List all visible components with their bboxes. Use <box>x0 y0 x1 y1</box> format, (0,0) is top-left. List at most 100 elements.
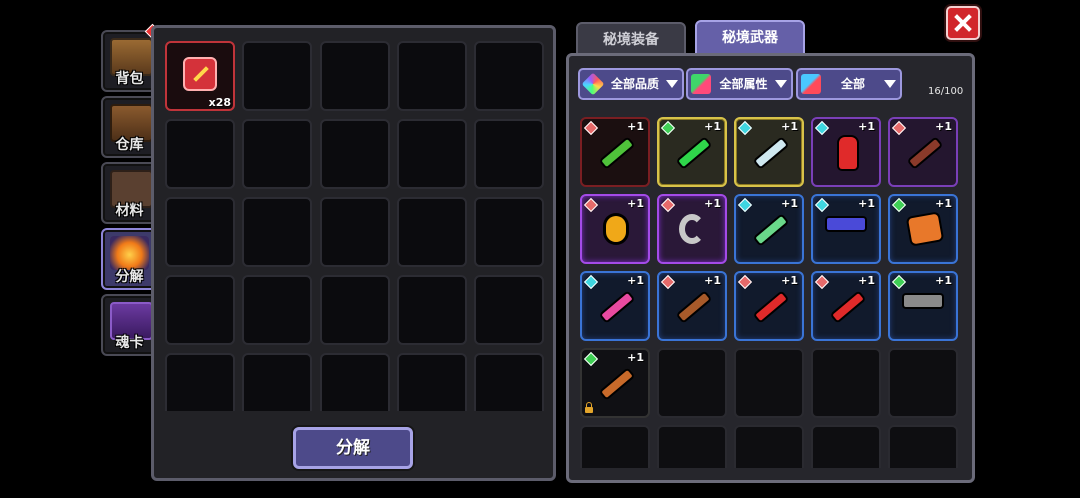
decompose-slot[interactable] <box>397 41 467 111</box>
golden-amulet-icon <box>606 216 626 242</box>
red-sword-a-icon <box>755 293 787 321</box>
weapon-type-icon <box>801 74 821 94</box>
weapon-slot-empty[interactable] <box>657 425 727 468</box>
type-filter-label: 全部 <box>840 77 865 91</box>
decompose-slot[interactable] <box>165 275 235 345</box>
decompose-slot[interactable] <box>242 41 312 111</box>
decompose-slot[interactable] <box>165 353 235 411</box>
decompose-slot[interactable] <box>242 353 312 411</box>
green-sword-icon <box>601 139 633 167</box>
decompose-slot[interactable] <box>165 197 235 267</box>
decompose-slot[interactable] <box>320 119 390 189</box>
decompose-slot[interactable] <box>474 41 544 111</box>
decompose-button[interactable]: 分解 <box>293 427 413 469</box>
side-tab-backpack[interactable]: 背包 <box>101 30 158 92</box>
element-gem-icon <box>891 197 907 213</box>
decompose-slot[interactable] <box>242 275 312 345</box>
decompose-slot[interactable]: x28 <box>165 41 235 111</box>
weapon-slot-gray-pistol[interactable]: +1 <box>888 271 958 341</box>
side-tab-label: 材料 <box>115 203 144 219</box>
upgrade-level: +1 <box>704 197 721 210</box>
weapon-slot-crystal-sword[interactable]: +1 <box>734 117 804 187</box>
weapon-slot-empty[interactable] <box>811 348 881 418</box>
iron-hook-icon <box>679 214 705 244</box>
weapon-slot-empty[interactable] <box>811 425 881 468</box>
element-icon <box>691 74 711 94</box>
weapon-slot-empty[interactable] <box>888 348 958 418</box>
green-serpent-whip-icon <box>678 139 710 167</box>
decompose-slot[interactable] <box>320 275 390 345</box>
element-gem-icon <box>814 197 830 213</box>
weapon-slot-pink-drill[interactable]: +1 <box>580 271 650 341</box>
close-button[interactable] <box>946 6 980 40</box>
side-tab-decompose[interactable]: 分解 <box>101 228 158 290</box>
blue-pistol-icon <box>827 218 865 230</box>
element-gem-icon <box>583 120 599 136</box>
red-weapon-icon <box>183 57 217 91</box>
crystal-sword-icon <box>755 139 787 167</box>
weapon-slot-golden-amulet[interactable]: +1 <box>580 194 650 264</box>
upgrade-level: +1 <box>858 197 875 210</box>
weapon-slot-blue-pistol[interactable]: +1 <box>811 194 881 264</box>
element-gem-icon <box>583 351 599 367</box>
attribute-filter-dropdown[interactable]: 全部属性 <box>686 68 793 100</box>
element-gem-icon <box>660 197 676 213</box>
decompose-slot[interactable] <box>397 119 467 189</box>
decompose-slot[interactable] <box>474 275 544 345</box>
weapon-slot-jade-dagger[interactable]: +1 <box>734 194 804 264</box>
weapon-slot-fire-extinguisher[interactable]: +1 <box>811 117 881 187</box>
quality-filter-dropdown[interactable]: 全部品质 <box>578 68 684 100</box>
decompose-slot[interactable] <box>320 353 390 411</box>
red-sword-b-icon <box>832 293 864 321</box>
decompose-slot[interactable] <box>397 353 467 411</box>
side-tab-soul-card[interactable]: 魂卡 <box>101 294 158 356</box>
tab-secret-equipment[interactable]: 秘境装备 <box>576 22 686 56</box>
element-gem-icon <box>660 274 676 290</box>
weapon-slot-brown-crossbow[interactable]: +1 <box>888 117 958 187</box>
element-gem-icon <box>583 274 599 290</box>
decompose-slot[interactable] <box>397 275 467 345</box>
weapon-slot-empty[interactable] <box>580 425 650 468</box>
decompose-slot[interactable] <box>165 119 235 189</box>
tab-secret-weapons[interactable]: 秘境武器 <box>695 20 805 56</box>
side-tab-label: 背包 <box>115 71 144 87</box>
decompose-slot[interactable] <box>242 119 312 189</box>
weapon-slot-red-sword-a[interactable]: +1 <box>734 271 804 341</box>
weapon-slot-wooden-rifle[interactable]: +1 <box>657 271 727 341</box>
weapon-slot-iron-hook[interactable]: +1 <box>657 194 727 264</box>
upgrade-level: +1 <box>781 274 798 287</box>
decompose-slot[interactable] <box>242 197 312 267</box>
element-gem-icon <box>814 120 830 136</box>
weapon-slot-green-serpent-whip[interactable]: +1 <box>657 117 727 187</box>
weapon-slot-empty[interactable] <box>888 425 958 468</box>
weapon-slot-green-sword[interactable]: +1 <box>580 117 650 187</box>
side-tab-warehouse[interactable]: 仓库 <box>101 96 158 158</box>
furnace-icon <box>110 236 149 270</box>
type-filter-dropdown[interactable]: 全部 <box>796 68 902 100</box>
element-gem-icon <box>660 120 676 136</box>
weapon-slot-red-sword-b[interactable]: +1 <box>811 271 881 341</box>
upgrade-level: +1 <box>858 120 875 133</box>
element-gem-icon <box>737 197 753 213</box>
decompose-slot[interactable] <box>320 41 390 111</box>
element-gem-icon <box>583 197 599 213</box>
weapon-slot-empty[interactable] <box>734 425 804 468</box>
chevron-down-icon <box>775 80 787 88</box>
weapon-slot-brown-club[interactable]: +1 <box>580 348 650 418</box>
weapon-slot-empty[interactable] <box>657 348 727 418</box>
rainbow-gem-icon <box>581 72 605 96</box>
upgrade-level: +1 <box>704 274 721 287</box>
upgrade-level: +1 <box>781 120 798 133</box>
decompose-slot[interactable] <box>474 119 544 189</box>
attribute-filter-label: 全部属性 <box>719 77 768 91</box>
weapon-slot-empty[interactable] <box>734 348 804 418</box>
decompose-slot[interactable] <box>320 197 390 267</box>
decompose-slot[interactable] <box>397 197 467 267</box>
weapon-slot-orange-brick[interactable]: +1 <box>888 194 958 264</box>
upgrade-level: +1 <box>781 197 798 210</box>
upgrade-level: +1 <box>858 274 875 287</box>
element-gem-icon <box>891 274 907 290</box>
decompose-slot[interactable] <box>474 197 544 267</box>
decompose-slot[interactable] <box>474 353 544 411</box>
side-tab-materials[interactable]: 材料 <box>101 162 158 224</box>
